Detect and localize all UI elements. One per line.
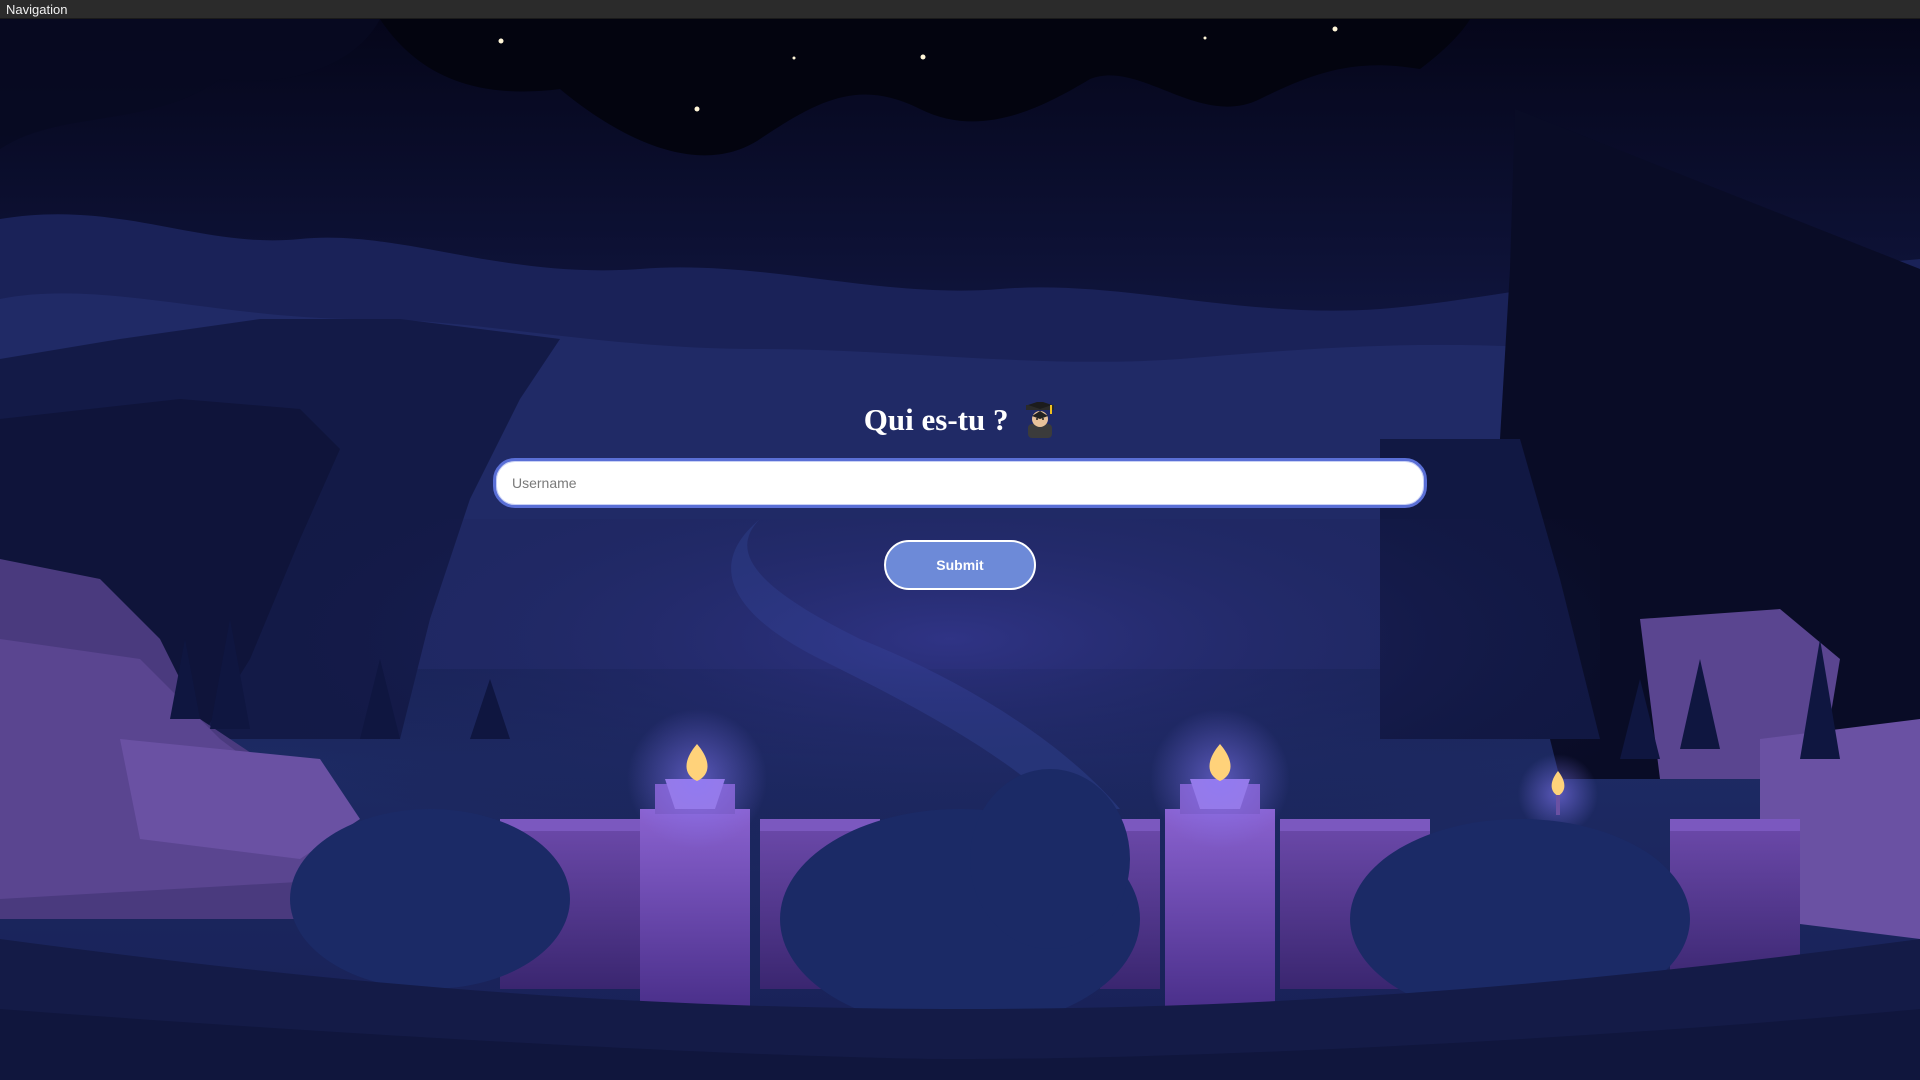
username-input[interactable] — [493, 458, 1427, 508]
graduate-icon — [1024, 400, 1056, 438]
submit-button[interactable]: Submit — [884, 540, 1036, 590]
window-titlebar: Navigation — [0, 0, 1920, 19]
title-text: Qui es-tu ? — [863, 401, 1009, 437]
page-title: Qui es-tu ? — [0, 397, 1920, 438]
window-title: Navigation — [6, 2, 68, 17]
login-form: Qui es-tu ? Submit — [0, 19, 1920, 1080]
